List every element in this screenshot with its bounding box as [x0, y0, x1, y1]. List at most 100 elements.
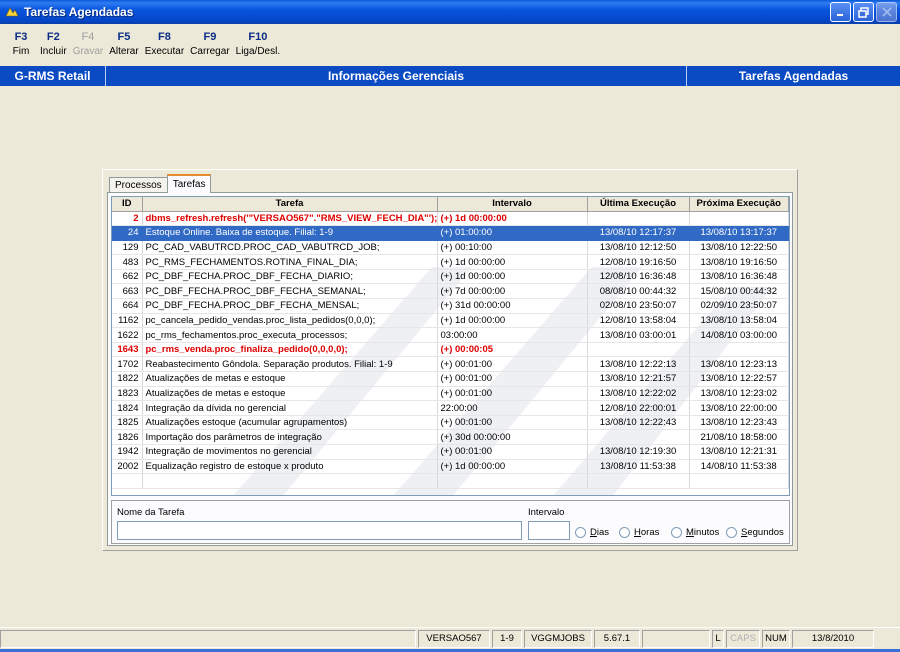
toolbar-key: F9	[203, 31, 217, 43]
status-empty	[642, 629, 710, 648]
radio-horas[interactable]: Horas	[619, 527, 659, 538]
table-row[interactable]: 1824 Integração da dívida no gerencial 22:…	[112, 400, 789, 416]
table-row[interactable]: 1826 Importação dos parâmetros de integra…	[112, 429, 789, 445]
cell-id: 1823	[112, 386, 143, 402]
column-header-intervalo[interactable]: Intervalo	[437, 197, 588, 212]
window-titlebar[interactable]: Tarefas Agendadas	[0, 0, 900, 24]
toolbar-button-carregar[interactable]: F9 Carregar	[190, 24, 229, 66]
table-row[interactable]: 663 PC_DBF_FECHA.PROC_DBF_FECHA_SEMANAL;(…	[112, 283, 789, 300]
toolbar-button-fim[interactable]: F3 Fim	[8, 24, 34, 66]
toolbar-button-incluir[interactable]: F2 Incluir	[40, 24, 67, 66]
radio-dot	[671, 527, 682, 538]
toolbar-button-alterar[interactable]: F5 Alterar	[109, 24, 138, 66]
tab-tarefas[interactable]: Tarefas	[166, 174, 212, 193]
cell-empty	[587, 473, 690, 489]
close-icon	[881, 7, 892, 17]
radio-dias[interactable]: Dias	[575, 527, 609, 538]
cell-ultima-execucao	[587, 429, 690, 445]
cell-proxima-execucao: 13/08/10 12:21:31	[689, 444, 789, 460]
radio-segundos[interactable]: Segundos	[726, 527, 784, 538]
table-row[interactable]: 1825 Atualizações estoque (acumular agrup…	[112, 415, 789, 431]
cell-proxima-execucao	[689, 342, 789, 358]
table-row[interactable]: 1162 pc_cancela_pedido_vendas.proc_lista_…	[112, 313, 789, 329]
cell-tarefa: PC_RMS_FECHAMENTOS.ROTINA_FINAL_DIA;	[142, 254, 438, 270]
column-header-tarefa[interactable]: Tarefa	[142, 197, 438, 212]
cell-id: 483	[112, 254, 143, 270]
cell-ultima-execucao: 13/08/10 12:12:50	[587, 240, 690, 256]
cell-ultima-execucao	[587, 211, 690, 227]
table-row[interactable]: 129 PC_CAD_VABUTRCD.PROC_CAD_VABUTRCD_JOB…	[112, 240, 789, 256]
toolbar-label: Liga/Desl.	[235, 46, 281, 57]
cell-tarefa: Integração da dívida no gerencial	[142, 400, 438, 416]
radio-dot	[726, 527, 737, 538]
table-row[interactable]: 2002 Equalização registro de estoque x pr…	[112, 459, 789, 475]
cell-id: 663	[112, 283, 143, 300]
cell-id: 1826	[112, 429, 143, 445]
interval-input[interactable]	[528, 521, 570, 540]
table-row[interactable]: 1622 pc_rms_fechamentos.proc_executa_proc…	[112, 327, 789, 343]
cell-intervalo: (+) 1d 00:00:00	[437, 269, 588, 285]
toolbar-label: Executar	[144, 46, 185, 57]
table-row[interactable]: 1643 pc_rms_venda.proc_finaliza_pedido(0,…	[112, 342, 789, 358]
tab-processos[interactable]: Processos	[109, 177, 168, 193]
radio-label: egundos	[747, 527, 784, 538]
cell-intervalo: (+) 00:01:00	[437, 356, 588, 373]
table-row[interactable]: 24 Estoque Online. Baixa de estoque. Fili…	[112, 225, 789, 241]
cell-intervalo: (+) 00:01:00	[437, 386, 588, 402]
table-row[interactable]: 1823 Atualizações de metas e estoque (+) 0…	[112, 386, 789, 402]
table-row[interactable]: 2 dbms_refresh.refresh('"VERSAO567"."RMS_…	[112, 211, 789, 227]
cell-id: 2002	[112, 459, 143, 475]
cell-intervalo: (+) 1d 00:00:00	[437, 313, 588, 329]
toolbar-button-executar[interactable]: F8 Executar	[145, 24, 184, 66]
radio-accesskey: M	[686, 527, 694, 538]
table-row[interactable]: 664 PC_DBF_FECHA.PROC_DBF_FECHA_MENSAL; (+…	[112, 298, 789, 314]
cell-ultima-execucao: 13/08/10 03:00:01	[587, 327, 690, 343]
cell-proxima-execucao: 13/08/10 16:36:48	[689, 269, 789, 285]
cell-ultima-execucao	[587, 342, 690, 358]
toolbar-button-liga-desl[interactable]: F10 Liga/Desl.	[236, 24, 280, 66]
table-row[interactable]: 1942 Integração de movimentos no gerencia…	[112, 444, 789, 460]
toolbar-label: Alterar	[109, 46, 139, 57]
cell-proxima-execucao: 13/08/10 13:17:37	[689, 225, 789, 241]
radio-dot	[575, 527, 586, 538]
radio-dot	[619, 527, 630, 538]
cell-id: 1162	[112, 313, 143, 329]
cell-tarefa: dbms_refresh.refresh('"VERSAO567"."RMS_V…	[142, 211, 438, 227]
window-title: Tarefas Agendadas	[24, 5, 134, 19]
module-header-bar: G-RMS Retail Informações Gerenciais Tare…	[0, 66, 900, 86]
cell-tarefa: Reabastecimento Gôndola. Separação produ…	[142, 356, 438, 373]
toolbar-button-gravar[interactable]: F4 Gravar	[73, 24, 104, 66]
status-filial: 1-9	[492, 629, 522, 648]
cell-proxima-execucao: 13/08/10 12:22:50	[689, 240, 789, 256]
restore-button[interactable]	[853, 2, 874, 22]
toolbar-key: F5	[117, 31, 131, 43]
cell-ultima-execucao: 13/08/10 12:19:30	[587, 444, 690, 460]
cell-ultima-execucao: 12/08/10 19:16:50	[587, 254, 690, 270]
column-header-ultima-execucao[interactable]: Última Execução	[587, 197, 690, 212]
radio-minutos[interactable]: Minutos	[671, 527, 719, 538]
column-header-id[interactable]: ID	[112, 197, 143, 212]
minimize-button[interactable]	[830, 2, 851, 22]
interval-label: Intervalo	[528, 507, 565, 518]
cell-intervalo: 03:00:00	[437, 327, 588, 343]
cell-proxima-execucao: 02/09/10 23:50:07	[689, 298, 789, 314]
cell-intervalo: (+) 1d 00:00:00	[437, 459, 588, 475]
tasks-grid[interactable]: ID Tarefa Intervalo Última Execução Próx…	[111, 196, 790, 496]
cell-ultima-execucao: 08/08/10 00:44:32	[587, 283, 690, 300]
column-header-proxima-execucao[interactable]: Próxima Execução	[689, 197, 789, 212]
table-row[interactable]: 1822 Atualizações de metas e estoque (+) 0…	[112, 371, 789, 387]
table-row[interactable]: 662 PC_DBF_FECHA.PROC_DBF_FECHA_DIARIO; (+…	[112, 269, 789, 285]
task-name-input[interactable]	[117, 521, 522, 540]
toolbar-key: F4	[81, 31, 95, 43]
restore-icon	[858, 6, 869, 18]
table-row[interactable]: 483 PC_RMS_FECHAMENTOS.ROTINA_FINAL_DIA;(…	[112, 254, 789, 270]
cell-id: 24	[112, 225, 143, 241]
task-name-label: Nome da Tarefa	[117, 507, 185, 518]
table-row[interactable]: 1702 Reabastecimento Gôndola. Separação p…	[112, 356, 789, 373]
cell-ultima-execucao: 13/08/10 12:22:13	[587, 356, 690, 373]
cell-id: 1702	[112, 356, 143, 373]
cell-proxima-execucao: 13/08/10 12:23:13	[689, 356, 789, 373]
cell-id: 1622	[112, 327, 143, 343]
cell-proxima-execucao: 13/08/10 19:16:50	[689, 254, 789, 270]
close-button[interactable]	[876, 2, 897, 22]
